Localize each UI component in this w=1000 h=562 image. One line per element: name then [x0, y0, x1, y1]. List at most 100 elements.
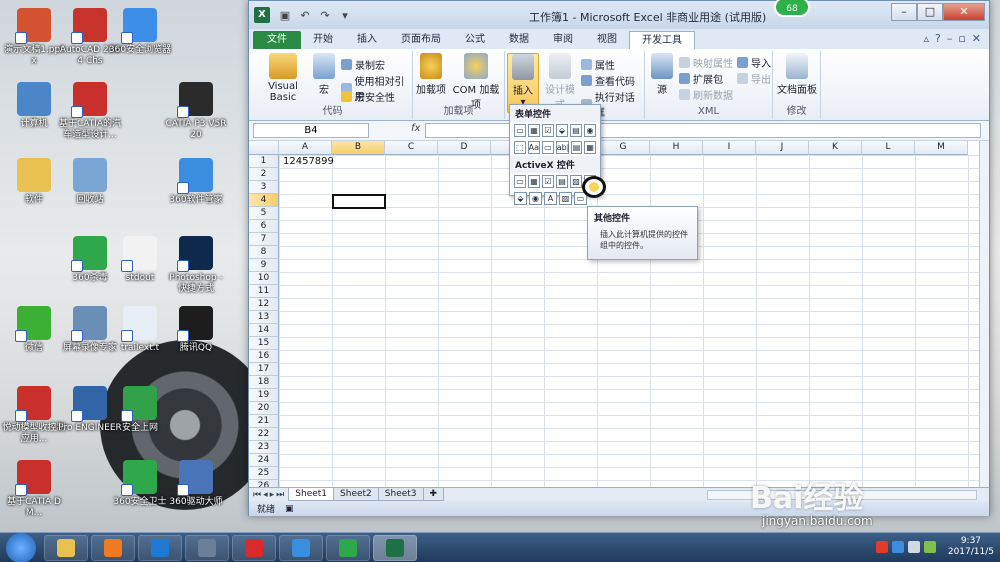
- qat-customize-icon[interactable]: ▾: [338, 9, 352, 22]
- save-icon[interactable]: ▣: [278, 9, 292, 22]
- control-type-icon[interactable]: ▤: [556, 175, 568, 188]
- tab-file[interactable]: 文件: [253, 31, 301, 49]
- row-header[interactable]: 25: [249, 467, 279, 480]
- xml-source-button[interactable]: 源: [649, 53, 675, 96]
- row-header[interactable]: 23: [249, 441, 279, 454]
- column-header[interactable]: J: [756, 141, 809, 155]
- sheet-tab-2[interactable]: Sheet2: [333, 488, 379, 501]
- window-restore-icon[interactable]: ▫: [958, 32, 965, 45]
- close-button[interactable]: ✕: [943, 3, 985, 21]
- tab-home[interactable]: 开始: [301, 31, 345, 49]
- addins-button[interactable]: 加载项: [415, 53, 447, 96]
- row-header[interactable]: 24: [249, 454, 279, 467]
- sheet-tab-3[interactable]: Sheet3: [377, 488, 424, 501]
- control-type-icon[interactable]: ▭: [514, 175, 526, 188]
- desktop-icon[interactable]: 基于CATIA的汽车造型设计...: [58, 82, 122, 141]
- row-header[interactable]: 12: [249, 298, 279, 311]
- row-header[interactable]: 18: [249, 376, 279, 389]
- column-header[interactable]: H: [650, 141, 703, 155]
- row-header[interactable]: 16: [249, 350, 279, 363]
- desktop-icon[interactable]: 演示文稿1.pptx: [2, 8, 66, 67]
- desktop-icon[interactable]: 360安全卫士: [108, 460, 172, 508]
- column-header[interactable]: M: [915, 141, 968, 155]
- worksheet-grid[interactable]: ABCDEFGHIJKLM 12345678910111213141516171…: [249, 141, 989, 487]
- desktop-icon[interactable]: 微信: [2, 306, 66, 354]
- row-header[interactable]: 2: [249, 168, 279, 181]
- desktop-icon[interactable]: trailext.t: [108, 306, 172, 354]
- volume-icon[interactable]: [907, 541, 920, 553]
- taskbar-item-browser[interactable]: [326, 534, 370, 561]
- control-type-icon[interactable]: ▦: [528, 175, 540, 188]
- ribbon-collapse-icon[interactable]: ▵: [923, 32, 929, 45]
- record-macro-button[interactable]: 录制宏: [341, 57, 385, 72]
- row-header[interactable]: 13: [249, 311, 279, 324]
- desktop-icon[interactable]: stdout: [108, 236, 172, 284]
- row-header[interactable]: 15: [249, 337, 279, 350]
- control-type-icon[interactable]: ▦: [584, 141, 596, 154]
- column-header[interactable]: K: [809, 141, 862, 155]
- view-code-button[interactable]: 查看代码: [581, 73, 635, 88]
- tab-developer[interactable]: 开发工具: [629, 31, 695, 49]
- visual-basic-button[interactable]: Visual Basic: [255, 53, 311, 103]
- select-all-corner[interactable]: [249, 141, 279, 155]
- start-button[interactable]: [6, 532, 36, 562]
- desktop-icon[interactable]: 悦动模型收控制应用...: [2, 386, 66, 445]
- network-icon[interactable]: [891, 541, 904, 553]
- macro-button[interactable]: 宏: [311, 53, 337, 96]
- column-header[interactable]: L: [862, 141, 915, 155]
- taskbar-item-media-player[interactable]: [91, 534, 135, 561]
- export-button[interactable]: 导出: [737, 71, 771, 86]
- maximize-button[interactable]: □: [917, 3, 943, 21]
- window-minimize-icon[interactable]: –: [947, 32, 953, 45]
- expansion-pack-button[interactable]: 扩展包: [679, 71, 723, 86]
- desktop-icon[interactable]: 360安全浏览器: [108, 8, 172, 56]
- taskbar-item-recorder[interactable]: [185, 534, 229, 561]
- column-header[interactable]: I: [703, 141, 756, 155]
- control-type-icon[interactable]: ▨: [570, 175, 582, 188]
- tab-page-layout[interactable]: 页面布局: [389, 31, 453, 49]
- first-sheet-icon[interactable]: ⏮: [253, 490, 261, 500]
- desktop-icon[interactable]: 安全上网: [108, 386, 172, 434]
- tab-insert[interactable]: 插入: [345, 31, 389, 49]
- row-header[interactable]: 3: [249, 181, 279, 194]
- row-header[interactable]: 19: [249, 389, 279, 402]
- clock[interactable]: 9:37 2017/11/5: [948, 536, 994, 558]
- desktop-icon[interactable]: 360软件管家: [164, 158, 228, 206]
- import-button[interactable]: 导入: [737, 55, 771, 70]
- row-header[interactable]: 26: [249, 480, 279, 487]
- desktop-icon[interactable]: 计算机: [2, 82, 66, 130]
- row-header[interactable]: 4: [249, 194, 279, 207]
- control-type-icon[interactable]: ▭: [514, 124, 526, 137]
- vertical-scrollbar[interactable]: [979, 141, 989, 487]
- active-cell-b4[interactable]: [332, 194, 386, 209]
- sogou-icon[interactable]: [875, 541, 888, 553]
- last-sheet-icon[interactable]: ⏭: [276, 490, 284, 500]
- next-sheet-icon[interactable]: ▸: [270, 490, 275, 500]
- control-type-icon[interactable]: ▤: [570, 141, 583, 154]
- taskbar-item-kugou[interactable]: [138, 534, 182, 561]
- prev-sheet-icon[interactable]: ◂: [263, 490, 268, 500]
- desktop-icon[interactable]: 基于CATIA DM...: [2, 460, 66, 519]
- document-panel-button[interactable]: 文档面板: [775, 53, 819, 96]
- window-close-icon[interactable]: ✕: [972, 32, 981, 45]
- row-header[interactable]: 14: [249, 324, 279, 337]
- control-type-icon[interactable]: ⬙: [514, 192, 527, 205]
- row-header[interactable]: 22: [249, 428, 279, 441]
- cell-a1[interactable]: 12457899: [283, 156, 334, 167]
- row-header[interactable]: 5: [249, 207, 279, 220]
- column-header[interactable]: A: [279, 141, 332, 155]
- desktop-icon[interactable]: 回收站: [58, 158, 122, 206]
- security-tray-icon[interactable]: [923, 541, 936, 553]
- row-header[interactable]: 6: [249, 220, 279, 233]
- column-header[interactable]: G: [597, 141, 650, 155]
- row-header[interactable]: 8: [249, 246, 279, 259]
- row-header[interactable]: 20: [249, 402, 279, 415]
- desktop-icon[interactable]: 360驱动大师: [164, 460, 228, 508]
- control-type-icon[interactable]: ab|: [555, 141, 569, 154]
- desktop-icon[interactable]: 软件: [2, 158, 66, 206]
- control-type-icon[interactable]: ▭: [542, 141, 554, 154]
- control-type-icon[interactable]: ☑: [542, 175, 554, 188]
- control-type-icon[interactable]: ⬚: [514, 141, 526, 154]
- undo-icon[interactable]: ↶: [298, 9, 312, 22]
- control-type-icon[interactable]: Aa: [527, 141, 541, 154]
